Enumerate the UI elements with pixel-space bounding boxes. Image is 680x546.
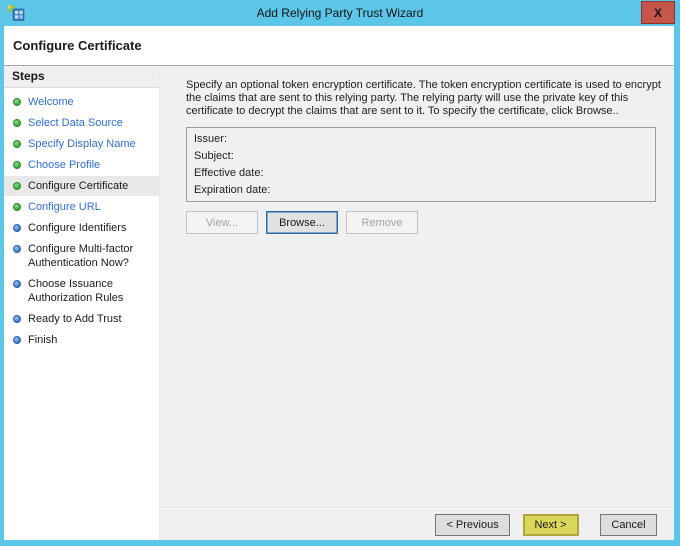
previous-button[interactable]: < Previous xyxy=(435,514,511,536)
steps-header: Steps xyxy=(4,66,159,88)
cert-field-label: Effective date: xyxy=(194,167,264,179)
step-item: Choose Issuance Authorization Rules xyxy=(4,274,159,308)
step-label: Finish xyxy=(28,334,58,346)
cert-field-label: Issuer: xyxy=(194,133,228,145)
cert-field-label: Subject: xyxy=(194,150,234,162)
step-label: Choose Issuance Authorization Rules xyxy=(28,278,124,304)
wizard-window: Add Relying Party Trust Wizard X Configu… xyxy=(0,0,680,546)
window-frame: Configure Certificate Steps Welcome Selec… xyxy=(0,26,680,546)
step-label: Welcome xyxy=(28,96,74,108)
step-bullet-icon xyxy=(13,224,21,232)
cancel-button[interactable]: Cancel xyxy=(600,514,657,536)
wizard-page: Specify an optional token encryption cer… xyxy=(160,66,674,540)
step-label: Configure Certificate xyxy=(28,180,129,192)
step-item: Configure Identifiers xyxy=(4,218,159,238)
step-label: Choose Profile xyxy=(28,159,101,171)
page-title: Configure Certificate xyxy=(13,38,142,53)
titlebar: Add Relying Party Trust Wizard X xyxy=(0,0,680,26)
step-item[interactable]: Configure URL xyxy=(4,197,159,217)
next-button[interactable]: Next > xyxy=(522,514,579,536)
wizard-footer: < Previous Next > Cancel xyxy=(160,507,674,540)
browse-button[interactable]: Browse... xyxy=(266,211,338,234)
step-bullet-icon xyxy=(13,98,21,106)
step-bullet-icon xyxy=(13,315,21,323)
step-bullet-icon xyxy=(13,119,21,127)
close-button[interactable]: X xyxy=(641,1,675,24)
step-item[interactable]: Choose Profile xyxy=(4,155,159,175)
step-label: Specify Display Name xyxy=(28,138,136,150)
close-icon: X xyxy=(653,5,662,20)
step-bullet-icon xyxy=(13,140,21,148)
step-bullet-icon xyxy=(13,182,21,190)
cert-field-label: Expiration date: xyxy=(194,184,271,196)
steps-sidebar: Steps Welcome Select Data Source Specify D… xyxy=(4,66,160,540)
certificate-actions: View... Browse... Remove xyxy=(186,211,656,234)
step-label: Select Data Source xyxy=(28,117,123,129)
view-button[interactable]: View... xyxy=(186,211,258,234)
window-title: Add Relying Party Trust Wizard xyxy=(256,6,424,20)
step-item: Finish xyxy=(4,330,159,350)
cert-field-subject: Subject: xyxy=(194,148,655,165)
step-label: Configure URL xyxy=(28,201,101,213)
step-bullet-icon xyxy=(13,245,21,253)
steps-list: Welcome Select Data Source Specify Display… xyxy=(4,88,159,350)
cert-field-issuer: Issuer: xyxy=(194,131,655,148)
certificate-details-box: Issuer: Subject: Effective date: Expirat… xyxy=(186,127,656,202)
step-item: Configure Multi-factor Authentication No… xyxy=(4,239,159,273)
page-description: Specify an optional token encryption cer… xyxy=(186,79,661,117)
step-item[interactable]: Welcome xyxy=(4,92,159,112)
step-bullet-icon xyxy=(13,336,21,344)
step-label: Ready to Add Trust xyxy=(28,313,122,325)
step-bullet-icon xyxy=(13,280,21,288)
cert-field-expiration-date: Expiration date: xyxy=(194,182,655,199)
step-item[interactable]: Specify Display Name xyxy=(4,134,159,154)
page-header: Configure Certificate xyxy=(4,26,674,66)
remove-button[interactable]: Remove xyxy=(346,211,418,234)
step-bullet-icon xyxy=(13,161,21,169)
step-bullet-icon xyxy=(13,203,21,211)
step-item: Ready to Add Trust xyxy=(4,309,159,329)
step-label: Configure Identifiers xyxy=(28,222,127,234)
step-item[interactable]: Select Data Source xyxy=(4,113,159,133)
step-label: Configure Multi-factor Authentication No… xyxy=(28,243,134,269)
cert-field-effective-date: Effective date: xyxy=(194,165,655,182)
step-item: Configure Certificate xyxy=(4,176,159,196)
